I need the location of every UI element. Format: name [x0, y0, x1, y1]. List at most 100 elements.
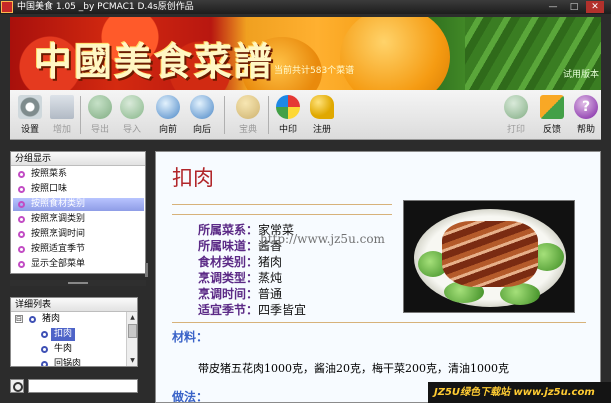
group-item-show-all[interactable]: 显示全部菜单 [13, 258, 144, 271]
info-row: 食材类别：猪肉 [198, 254, 306, 270]
radio-icon [18, 171, 25, 178]
download-site-banner: JZ5U绿色下载站 www.jz5u.com [428, 382, 611, 403]
scroll-up-icon[interactable]: ▲ [128, 313, 137, 322]
minimize-button[interactable]: — [544, 1, 562, 13]
color-wheel-icon [276, 95, 300, 119]
mail-icon [540, 95, 564, 119]
info-value: 蒸炖 [258, 271, 283, 285]
group-item-cook-time[interactable]: 按照烹调时间 [13, 228, 144, 241]
add-icon [50, 95, 74, 119]
info-row: 烹调时间：普通 [198, 286, 306, 302]
steps-label: 做法： [172, 390, 209, 403]
treasure-button[interactable]: 宝典 [232, 90, 264, 140]
back-arrow-icon [156, 95, 180, 119]
group-item-ingredient[interactable]: 按照食材类别 [13, 198, 144, 211]
group-item-season[interactable]: 按照适宜季节 [13, 243, 144, 256]
radio-icon [18, 231, 25, 238]
node-icon [41, 331, 48, 338]
materials-label: 材料： [172, 330, 209, 344]
search-bar [10, 377, 138, 394]
scroll-thumb[interactable] [128, 324, 137, 338]
maximize-button[interactable]: □ [565, 1, 583, 13]
scroll-down-icon[interactable]: ▼ [128, 356, 137, 365]
divider [172, 214, 392, 215]
settings-icon [18, 95, 42, 119]
tree-scrollbar[interactable]: ▲ ▼ [126, 312, 137, 366]
tree-node-label: 扣肉 [51, 328, 76, 341]
radio-icon [18, 186, 25, 193]
tree-node-label: 牛肉 [54, 344, 73, 354]
radio-icon [18, 246, 25, 253]
toolbar: 设置 增加 导出 导入 向前 向后 宝典 中印 注册 打印 反馈 ? 帮助 [10, 90, 601, 140]
next-label: 向后 [192, 125, 211, 135]
detail-panel-header: 详细列表 [11, 298, 137, 312]
splitter-grip[interactable] [68, 282, 88, 284]
tree-node-label: 回锅肉 [54, 359, 82, 367]
recipe-title: 扣肉 [172, 166, 214, 190]
group-display-panel: 分组显示 按照菜系 按照口味 按照食材类别 按照烹调类别 按照烹调时间 按照适宜… [10, 151, 146, 274]
info-value: 四季皆宜 [258, 303, 307, 317]
print-button[interactable]: 打印 [500, 90, 532, 140]
detail-list-panel: 详细列表 ⊟ 猪肉 扣肉 牛肉 回锅肉 ▲ ▼ [10, 297, 138, 367]
radio-icon [18, 216, 25, 223]
group-item-cuisine[interactable]: 按照菜系 [13, 168, 144, 181]
search-icon[interactable] [10, 379, 24, 393]
star-medal-icon [236, 95, 260, 119]
help-label: 帮助 [576, 125, 595, 135]
radio-icon [18, 201, 25, 208]
recipe-count-text: 当前共计583个菜谱 [274, 66, 355, 76]
info-key: 所属菜系： [198, 223, 259, 237]
info-row: 烹调类型：蒸炖 [198, 270, 306, 286]
printer-icon [504, 95, 528, 119]
divider [172, 204, 392, 205]
materials-text: 带皮猪五花肉1000克，酱油20克，梅干菜200克，清油1000克 [198, 362, 509, 375]
group-item-label: 显示全部菜单 [31, 259, 86, 269]
group-item-label: 按照适宜季节 [31, 244, 86, 254]
panel-resize-grip[interactable] [145, 263, 148, 277]
search-input[interactable] [28, 379, 138, 393]
group-item-label: 按照口味 [31, 184, 68, 194]
import-button[interactable]: 导入 [116, 90, 148, 140]
window-title: 中国美食 1.05 _by PCMAC1 D.4s原创作品 [17, 2, 194, 12]
next-button[interactable]: 向后 [186, 90, 218, 140]
group-item-cook-type[interactable]: 按照烹调类别 [13, 213, 144, 226]
info-row: 适宜季节：四季皆宜 [198, 302, 306, 318]
info-value: 猪肉 [258, 255, 283, 269]
help-button[interactable]: ? 帮助 [570, 90, 602, 140]
treasure-label: 宝典 [238, 125, 257, 135]
group-item-label: 按照烹调时间 [31, 229, 86, 239]
info-key: 食材类别： [198, 255, 259, 269]
collapse-icon[interactable]: ⊟ [15, 315, 23, 323]
panel-splitter[interactable] [10, 280, 146, 286]
watermark-text: http://www.jz5u.com [260, 232, 385, 246]
node-icon [41, 346, 48, 353]
add-button[interactable]: 增加 [46, 90, 78, 140]
info-key: 烹调时间： [198, 287, 259, 301]
forward-arrow-icon [190, 95, 214, 119]
trial-version-label: 试用版本 [563, 70, 600, 80]
group-item-flavor[interactable]: 按照口味 [13, 183, 144, 196]
register-label: 注册 [312, 125, 331, 135]
import-icon [120, 95, 144, 119]
orange-image-large [340, 17, 450, 90]
info-key: 适宜季节： [198, 303, 259, 317]
export-icon [88, 95, 112, 119]
help-icon: ? [574, 95, 598, 119]
close-button[interactable]: ✕ [586, 1, 604, 13]
node-icon [29, 316, 36, 323]
group-panel-header: 分组显示 [11, 152, 145, 166]
divider [172, 322, 586, 323]
title-bar: 中国美食 1.05 _by PCMAC1 D.4s原创作品 — □ ✕ [0, 0, 611, 14]
dish-photo [403, 200, 575, 313]
pork-belly-shape [442, 221, 538, 287]
key-icon [310, 95, 334, 119]
info-key: 烹调类型： [198, 271, 259, 285]
group-item-label: 按照食材类别 [31, 199, 86, 209]
tree-node-label: 猪肉 [42, 314, 61, 324]
info-key: 所属味道： [198, 239, 259, 253]
group-item-label: 按照烹调类别 [31, 214, 86, 224]
brand-logo-text: 中國美食菜譜 [34, 39, 275, 84]
radio-icon [18, 261, 25, 268]
header-banner: 中國美食菜譜 当前共计583个菜谱 试用版本 [10, 17, 601, 90]
register-button[interactable]: 注册 [306, 90, 338, 140]
